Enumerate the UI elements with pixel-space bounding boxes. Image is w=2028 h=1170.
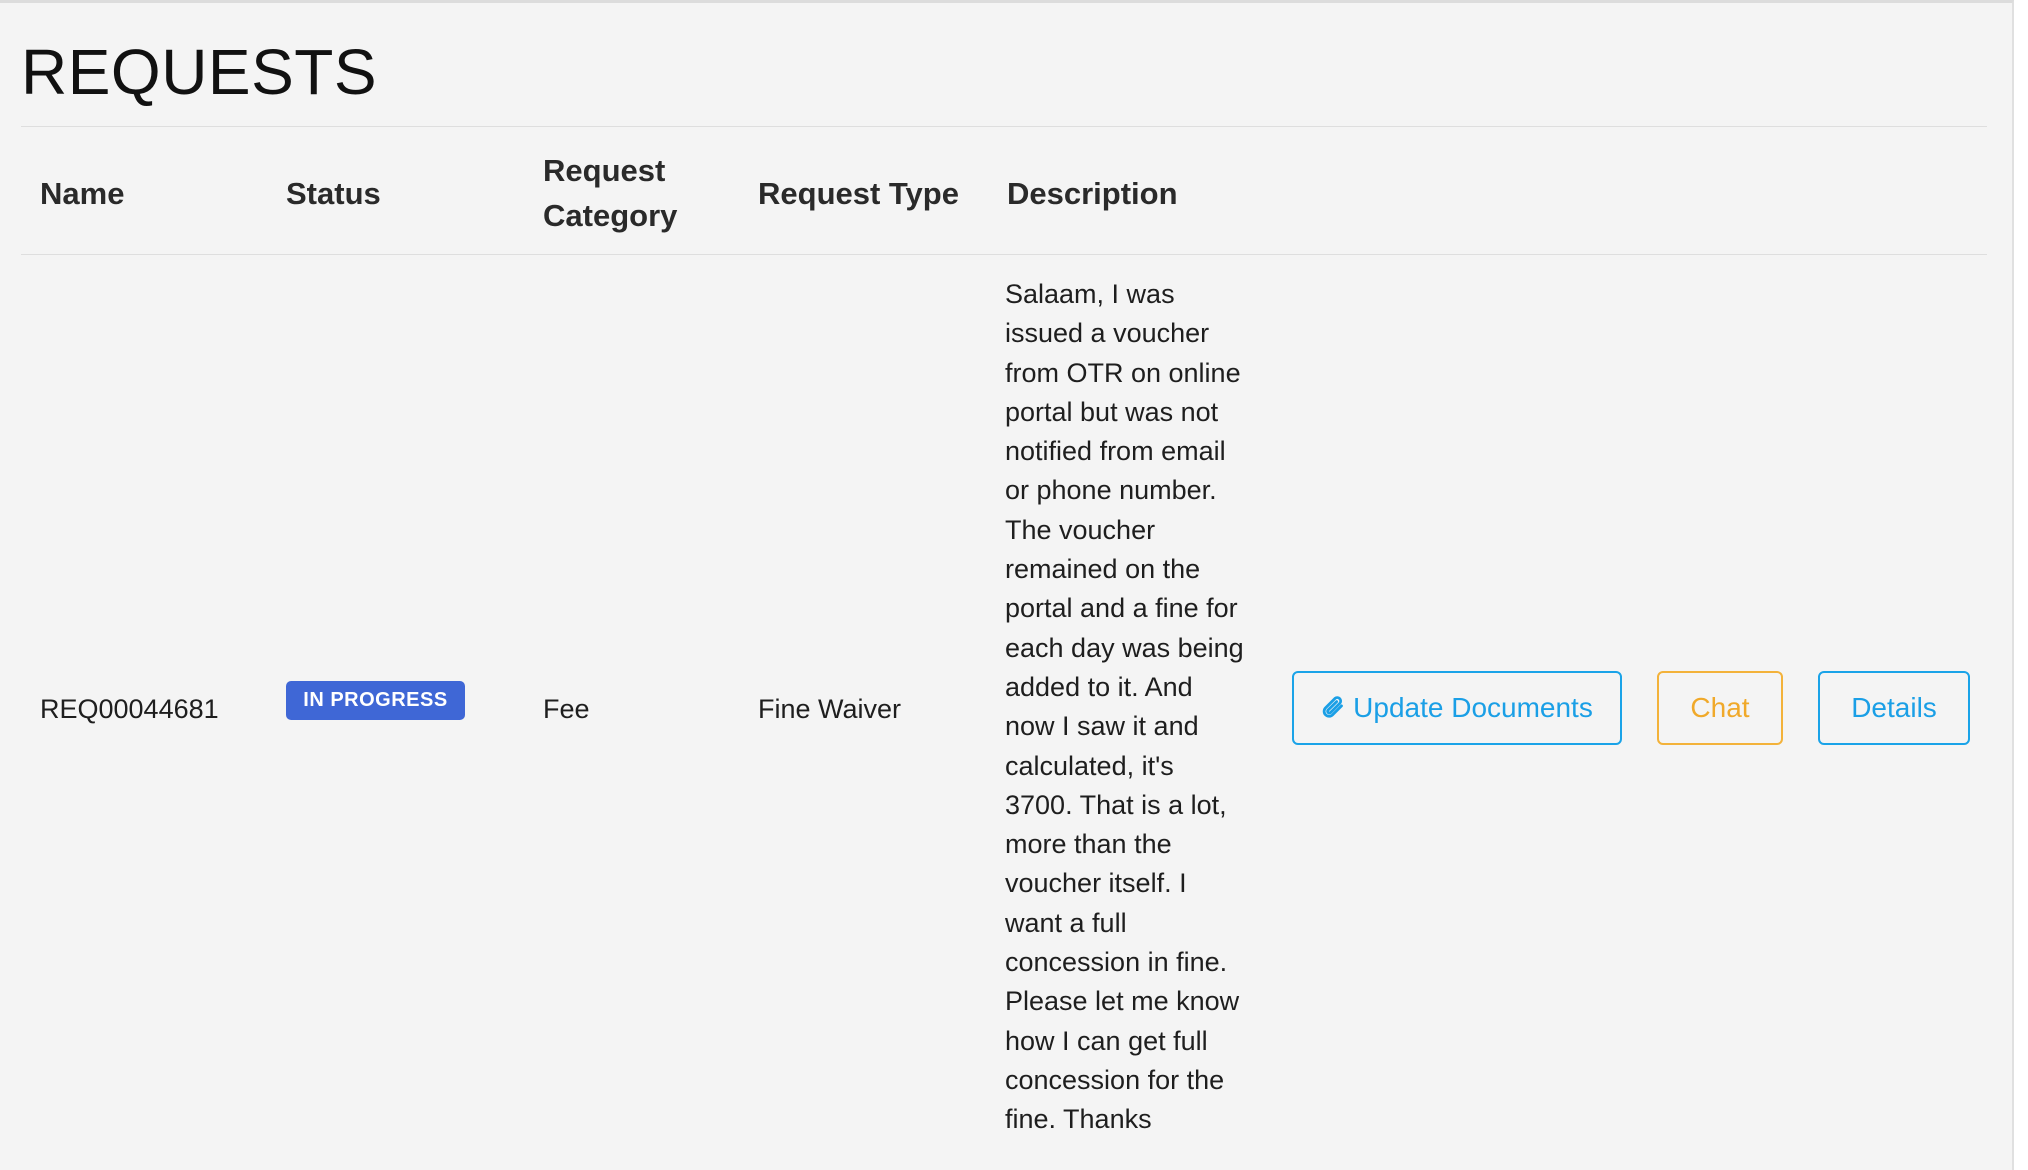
details-button[interactable]: Details [1818, 671, 1970, 745]
request-category: Fee [543, 694, 590, 724]
column-header-request-type[interactable]: Request Type [758, 171, 959, 216]
column-header-request-category[interactable]: Request Category [543, 148, 677, 238]
requests-panel: REQUESTS Name Status Request Category Re… [0, 0, 2014, 1170]
update-documents-label: Update Documents [1353, 692, 1593, 723]
chat-label: Chat [1690, 692, 1750, 723]
status-badge: IN PROGRESS [286, 681, 465, 720]
paperclip-icon [1321, 693, 1347, 723]
request-description: Salaam, I was issued a voucher from OTR … [1005, 279, 1244, 1135]
column-header-description[interactable]: Description [1007, 171, 1178, 216]
column-header-status[interactable]: Status [286, 171, 381, 216]
page-title: REQUESTS [21, 36, 378, 108]
header-divider [21, 254, 1987, 255]
chat-button[interactable]: Chat [1657, 671, 1783, 745]
title-divider [21, 126, 1987, 127]
column-header-name[interactable]: Name [40, 171, 124, 216]
update-documents-button[interactable]: Update Documents [1292, 671, 1622, 745]
request-name: REQ00044681 [40, 694, 219, 724]
request-type: Fine Waiver [758, 694, 902, 724]
details-label: Details [1851, 692, 1937, 723]
